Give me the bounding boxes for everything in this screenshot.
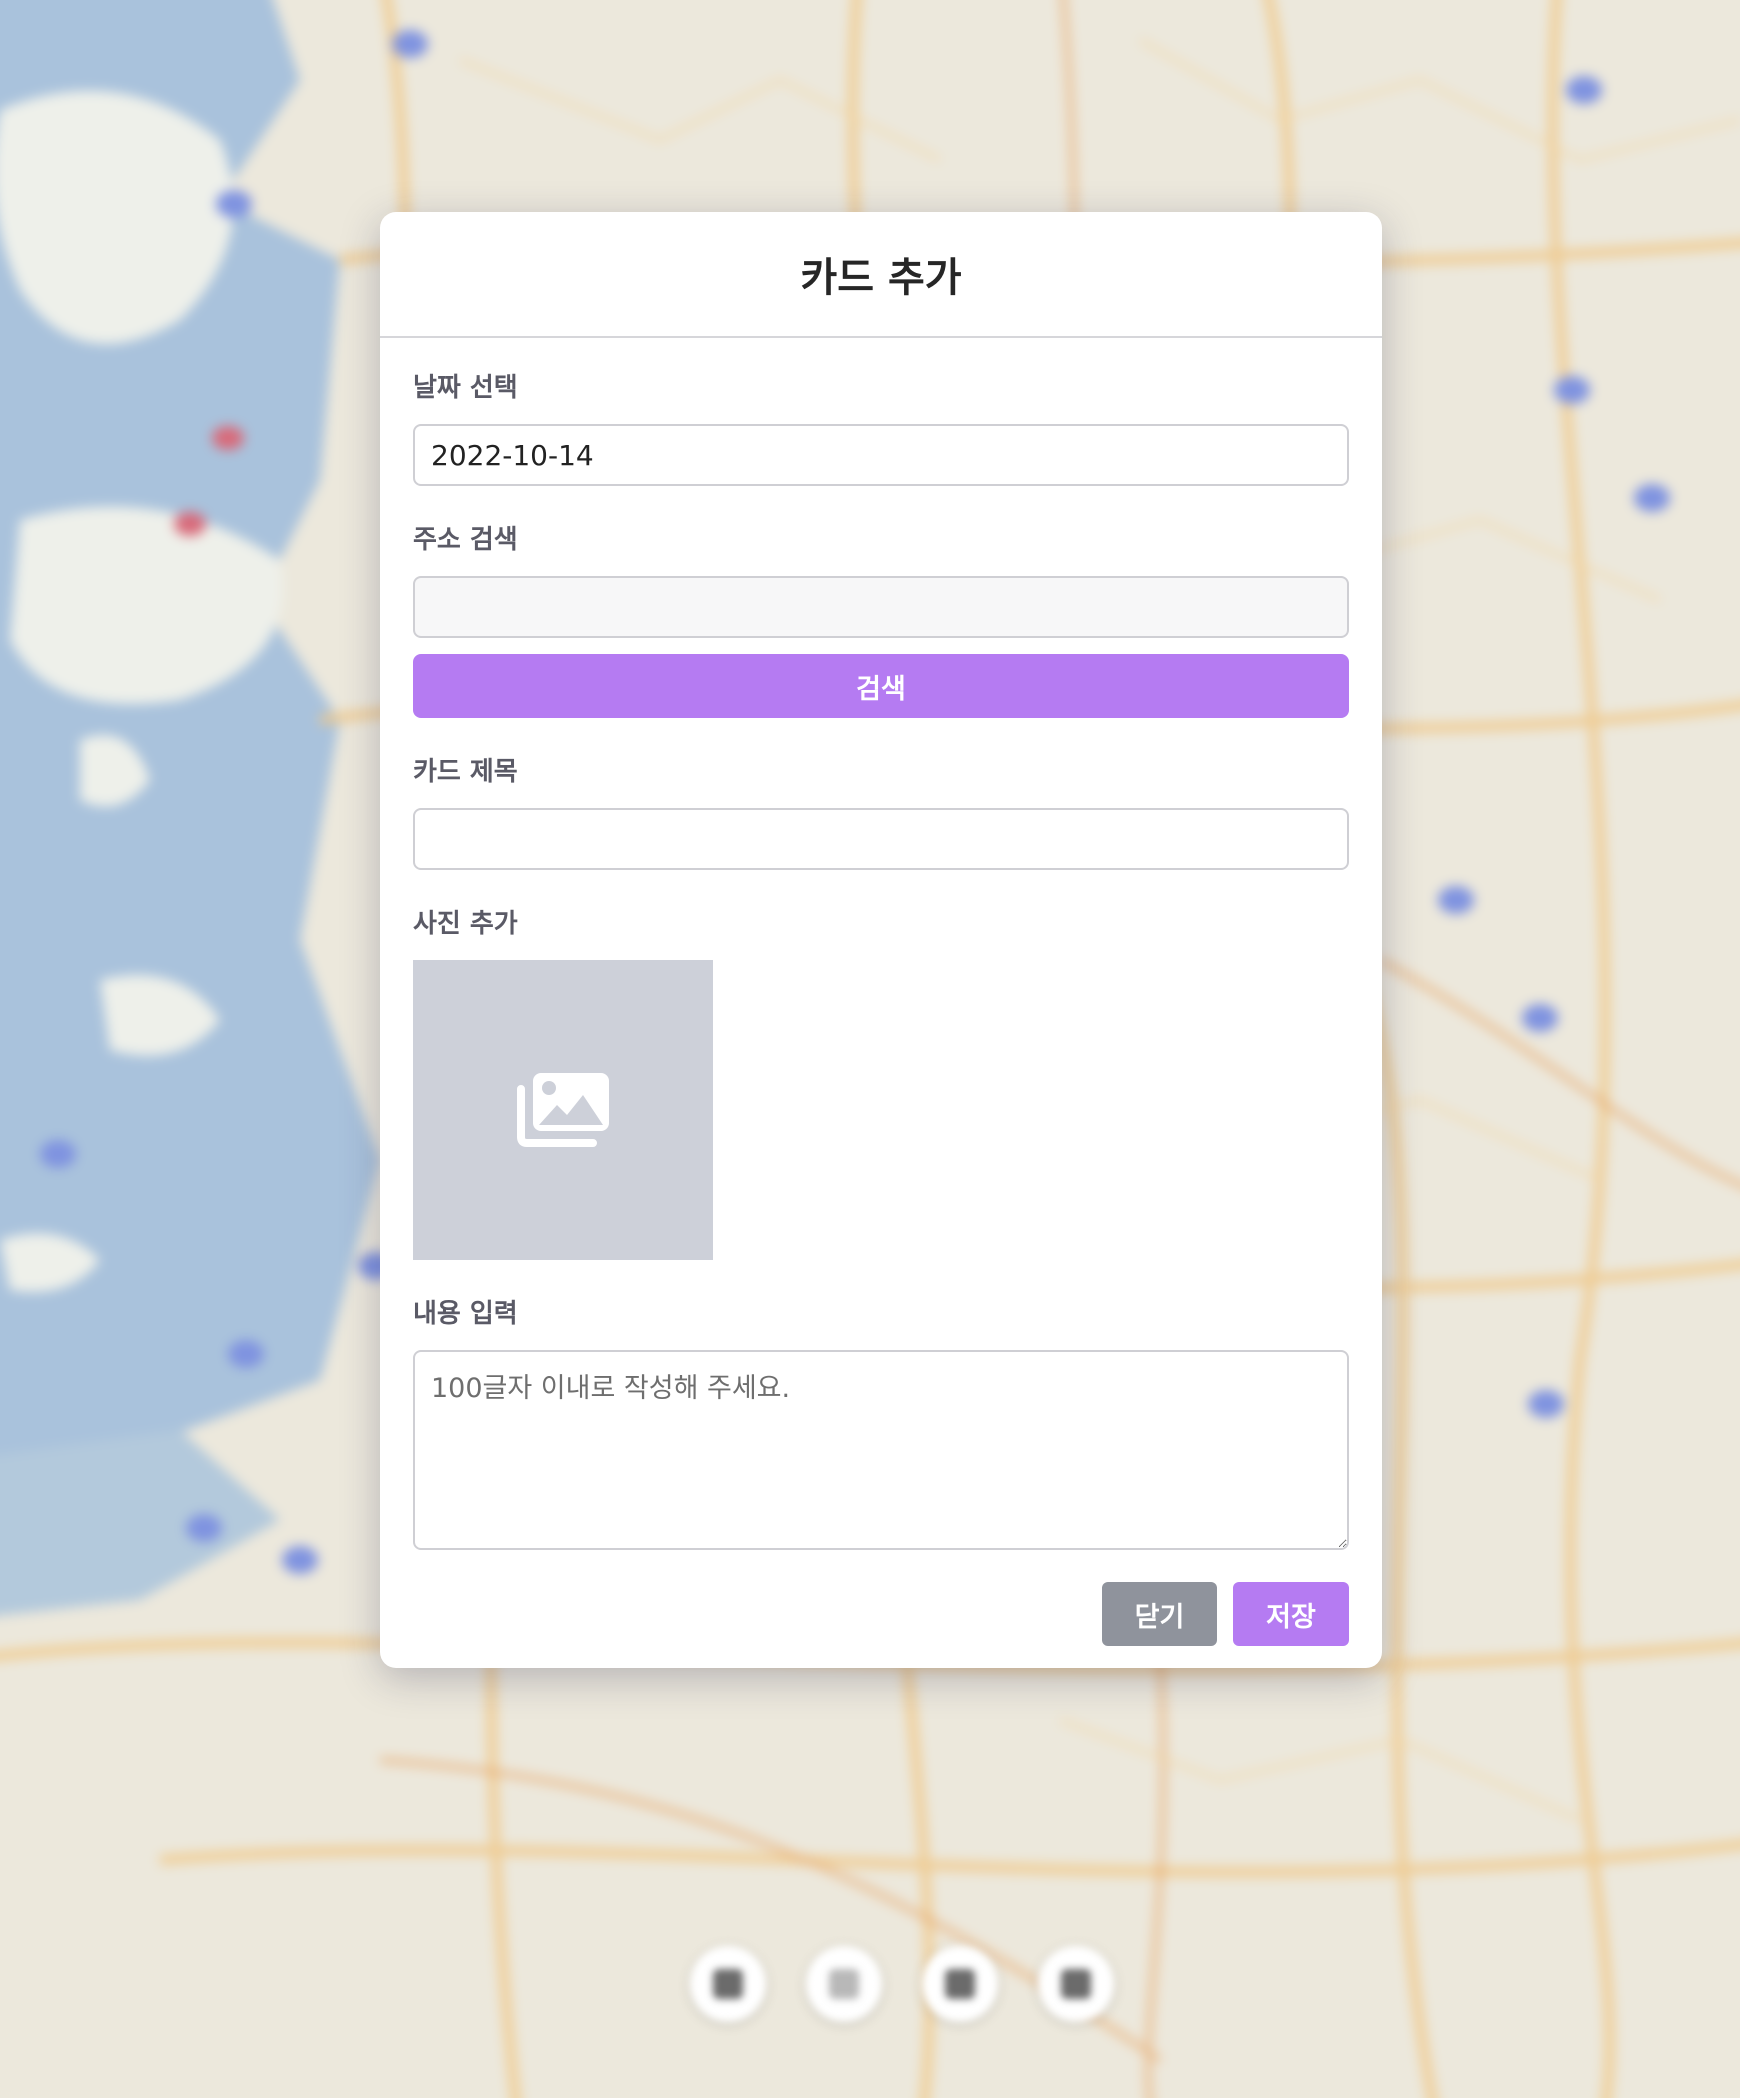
address-search-button[interactable]: 검색 <box>413 654 1349 718</box>
toolbar-button-4[interactable] <box>1038 1946 1114 2022</box>
card-title-label: 카드 제목 <box>413 757 518 787</box>
modal-actions: 닫기 저장 <box>413 1582 1349 1646</box>
content-label: 내용 입력 <box>413 1299 518 1329</box>
toolbar-icon <box>1061 1969 1091 1999</box>
toolbar-button-2[interactable] <box>806 1946 882 2022</box>
address-label: 주소 검색 <box>413 525 518 555</box>
card-title-input[interactable] <box>413 808 1349 870</box>
toolbar-icon <box>945 1969 975 1999</box>
images-icon <box>517 1073 609 1147</box>
content-textarea[interactable] <box>413 1350 1349 1550</box>
toolbar-icon <box>713 1969 743 1999</box>
modal-body: 날짜 선택 주소 검색 검색 카드 제목 사진 추가 내용 입력 <box>380 338 1382 1646</box>
date-label: 날짜 선택 <box>413 373 518 403</box>
modal-title: 카드 추가 <box>800 255 962 301</box>
toolbar-icon <box>829 1969 859 1999</box>
add-card-modal: 카드 추가 날짜 선택 주소 검색 검색 카드 제목 사진 추가 <box>380 212 1382 1668</box>
photo-upload-button[interactable] <box>413 960 713 1260</box>
toolbar-button-3[interactable] <box>922 1946 998 2022</box>
bottom-toolbar <box>690 1946 1114 2022</box>
date-input[interactable] <box>413 424 1349 486</box>
address-search-input[interactable] <box>413 576 1349 638</box>
modal-header: 카드 추가 <box>380 212 1382 338</box>
toolbar-button-1[interactable] <box>690 1946 766 2022</box>
close-button[interactable]: 닫기 <box>1102 1582 1217 1646</box>
photo-label: 사진 추가 <box>413 909 518 939</box>
save-button[interactable]: 저장 <box>1233 1582 1349 1646</box>
page: 카드 추가 날짜 선택 주소 검색 검색 카드 제목 사진 추가 <box>0 0 1740 2098</box>
